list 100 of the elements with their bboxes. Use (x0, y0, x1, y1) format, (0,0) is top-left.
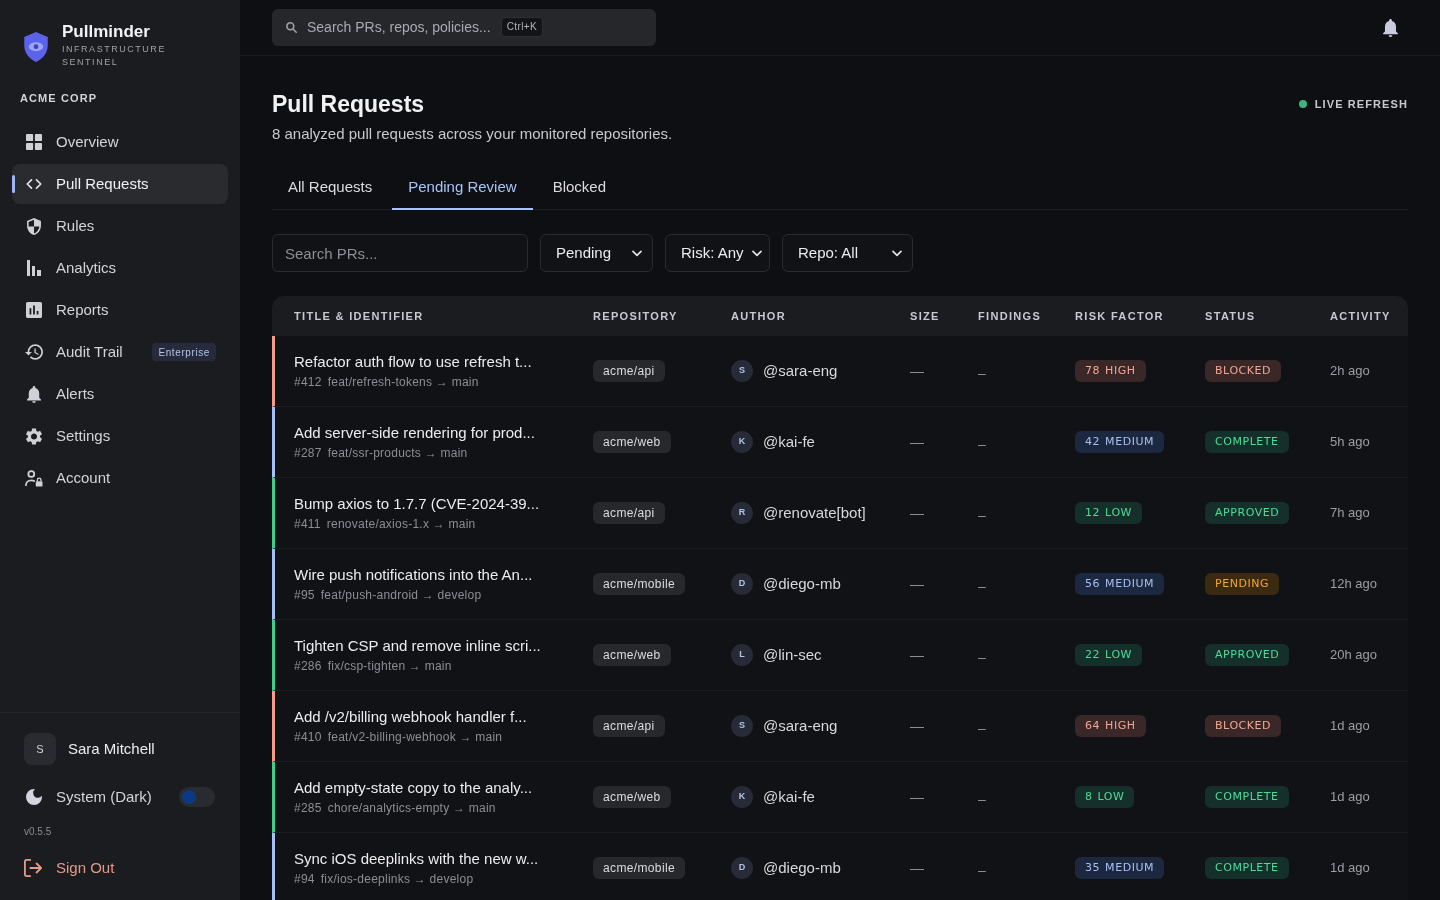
pr-number: #412 (294, 374, 322, 390)
search-field[interactable]: Search PRs, repos, policies... Ctrl+K (272, 8, 656, 46)
branch-name: feat/v2-billing-webhook → main (327, 729, 503, 745)
tab[interactable]: Pending Review (392, 166, 533, 210)
risk-badge: 8 LOW (1075, 786, 1135, 808)
pr-title: Add /v2/billing webhook handler f... (294, 707, 528, 727)
activity-time: 1d ago (1330, 859, 1370, 878)
repo-tag: acme/mobile (593, 573, 685, 595)
author-avatar: K (731, 431, 753, 453)
sign-out-button[interactable]: Sign Out (24, 848, 115, 888)
settings-icon (26, 427, 42, 445)
page-title: Pull Requests (272, 90, 426, 119)
repo-tag: acme/api (593, 360, 665, 382)
branch-name: fix/ios-deeplinks → develop (320, 871, 474, 887)
risk-badge: 78 HIGH (1075, 360, 1146, 382)
nav-item[interactable]: Reports (12, 290, 228, 330)
findings-value: – (978, 647, 986, 667)
repo-tag: acme/mobile (593, 857, 685, 879)
column-header: RISK FACTOR (1075, 308, 1165, 324)
author-avatar: K (731, 786, 753, 808)
table-row[interactable]: Wire push notifications into the An... #95 feat/push-android → develop acme/mobile D @diego-mb — – 56 MEDIUM PENDING 12h ago (272, 549, 1408, 620)
shield-eye-logo-icon (24, 32, 48, 62)
findings-value: – (978, 576, 986, 596)
table-row[interactable]: Add empty-state copy to the analy... #285 chore/analytics-empty → main acme/web K @kai-fe — – 8 LOW COMPLETE 1d ago (272, 762, 1408, 833)
branch-name: renovate/axios-1.x → main (326, 516, 476, 532)
table-row[interactable]: Bump axios to 1.7.7 (CVE-2024-39... #411 renovate/axios-1.x → main acme/api R @renovate[bot] — – 12 LOW APPROVED 7h ago (272, 478, 1408, 549)
user-avatar: S (24, 733, 56, 765)
risk-badge: 56 MEDIUM (1075, 573, 1165, 595)
table-row[interactable]: Add /v2/billing webhook handler f... #410 feat/v2-billing-webhook → main acme/api S @sara-eng — – 64 HIGH BLOCKED 1d ago (272, 691, 1408, 762)
pr-number: #285 (294, 800, 322, 816)
pr-number: #94 (294, 871, 315, 887)
code-icon (26, 178, 42, 190)
status-badge: APPROVED (1205, 502, 1290, 524)
author-name: @kai-fe (763, 786, 815, 807)
theme-toggle[interactable] (179, 787, 215, 807)
nav-item[interactable]: Alerts (12, 374, 228, 414)
column-header: ACTIVITY (1330, 308, 1392, 324)
pr-title: Tighten CSP and remove inline scri... (294, 636, 542, 656)
findings-value: – (978, 860, 986, 880)
risk-badge: 35 MEDIUM (1075, 857, 1165, 879)
status-badge: COMPLETE (1205, 431, 1289, 453)
tab[interactable]: Blocked (536, 166, 622, 210)
risk-badge: 42 MEDIUM (1075, 431, 1165, 453)
history-icon (25, 344, 43, 360)
activity-time: 20h ago (1330, 646, 1377, 665)
grid-icon (26, 134, 42, 150)
pr-number: #95 (294, 587, 315, 603)
author-avatar: R (731, 502, 753, 524)
bell-icon (27, 385, 41, 403)
nav-item[interactable]: Settings (12, 416, 228, 456)
table-row[interactable]: Add server-side rendering for prod... #287 feat/ssr-products → main acme/web K @kai-fe — – 42 MEDIUM COMPLETE 5h ago (272, 407, 1408, 478)
risk-badge: 64 HIGH (1075, 715, 1146, 737)
search-icon (286, 21, 297, 33)
repo-tag: acme/web (593, 431, 671, 453)
pr-number: #410 (294, 729, 322, 745)
table-row[interactable]: Tighten CSP and remove inline scri... #286 fix/csp-tighten → main acme/web L @lin-sec — – 22 LOW APPROVED 20h ago (272, 620, 1408, 691)
author-name: @renovate[bot] (763, 502, 866, 523)
column-header: SIZE (910, 308, 941, 324)
status-badge: BLOCKED (1205, 360, 1282, 382)
size-value: — (910, 361, 924, 381)
pr-title: Wire push notifications into the An... (294, 565, 534, 585)
author-avatar: L (731, 644, 753, 666)
author-name: @diego-mb (763, 857, 841, 878)
nav-item[interactable]: Audit Trail Enterprise (12, 332, 228, 372)
risk-badge: 12 LOW (1075, 502, 1143, 524)
chevron-down-icon (632, 249, 642, 257)
chevron-down-icon (751, 249, 762, 257)
size-value: — (910, 503, 924, 523)
pr-number: #286 (294, 658, 322, 674)
filter-dropdown[interactable]: Pending (540, 234, 653, 272)
status-badge: APPROVED (1205, 644, 1290, 666)
size-value: — (910, 858, 924, 878)
pr-number: #287 (294, 445, 322, 461)
column-header: FINDINGS (978, 308, 1043, 324)
branch-name: fix/csp-tighten → main (327, 658, 452, 674)
filter-search-input[interactable]: Search PRs... (272, 234, 528, 272)
moon-icon (26, 789, 42, 805)
pr-title: Sync iOS deeplinks with the new w... (294, 849, 540, 869)
nav-item[interactable]: Account (12, 458, 228, 498)
notifications-bell-icon[interactable] (1383, 18, 1398, 37)
live-refresh-label: LIVE REFRESH (1314, 96, 1408, 112)
activity-time: 5h ago (1330, 433, 1370, 452)
nav-item[interactable]: Overview (12, 122, 228, 162)
brand-tagline: INFRASTRUCTURE SENTINEL (62, 43, 167, 69)
tab[interactable]: All Requests (272, 166, 389, 210)
table-row[interactable]: Refactor auth flow to use refresh t... #412 feat/refresh-tokens → main acme/api S @sara-eng — – 78 HIGH BLOCKED 2h ago (272, 336, 1408, 407)
sign-out-icon (24, 859, 42, 877)
author-avatar: S (731, 715, 753, 737)
size-value: — (910, 787, 924, 807)
author-name: @kai-fe (763, 431, 815, 452)
search-input[interactable]: Search PRs, repos, policies... (307, 16, 491, 38)
nav-item[interactable]: Analytics (12, 248, 228, 288)
nav-item[interactable]: Pull Requests (12, 164, 228, 204)
risk-badge: 22 LOW (1075, 644, 1143, 666)
filter-dropdown[interactable]: Repo: All (782, 234, 913, 272)
findings-value: – (978, 363, 986, 383)
active-marker-icon (12, 175, 15, 193)
filter-dropdown[interactable]: Risk: Any (665, 234, 770, 272)
activity-time: 7h ago (1330, 504, 1370, 523)
nav-item[interactable]: Rules (12, 206, 228, 246)
